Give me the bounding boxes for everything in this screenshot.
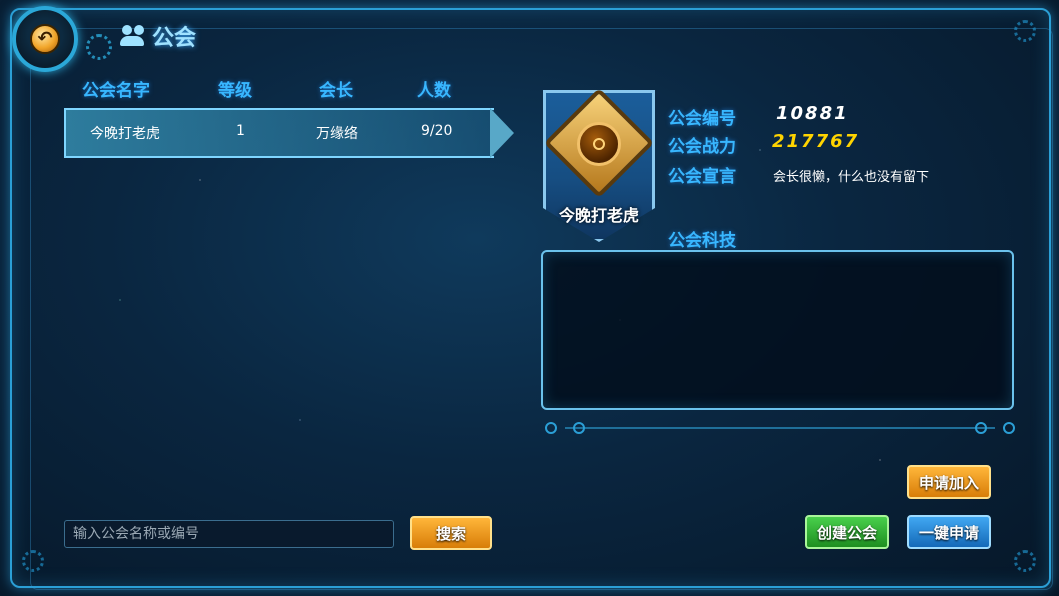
guild-declaration-label: 公会宣言	[668, 167, 736, 187]
guild-list-header: 公会名字 等级 会长 人数	[82, 76, 502, 101]
row-selected-arrow	[490, 108, 514, 158]
guild-id-value: 10881	[776, 103, 849, 124]
guild-list-row[interactable]: 今晚打老虎 1 万缘络 9/20	[64, 108, 494, 158]
guild-members-icon	[120, 25, 146, 47]
col-header-level: 等级	[218, 81, 252, 101]
col-header-leader: 会长	[319, 81, 353, 101]
corner-gear-icon	[22, 550, 44, 572]
search-button[interactable]: 搜索	[410, 516, 492, 550]
corner-gear-icon	[1014, 550, 1036, 572]
emblem-guild-name: 今晚打老虎	[558, 206, 639, 225]
page-title: 公会	[120, 20, 196, 52]
guild-row-leader: 万缘络	[316, 126, 358, 142]
tech-rail-decoration	[545, 422, 1015, 434]
quick-apply-button[interactable]: 一键申请	[907, 515, 991, 549]
col-header-name: 公会名字	[82, 81, 150, 101]
corner-gear-icon	[1014, 20, 1036, 42]
guild-row-level: 1	[236, 123, 245, 139]
guild-emblem: 今晚打老虎	[543, 87, 655, 242]
back-button[interactable]: ↶	[12, 6, 78, 72]
guild-id-label: 公会编号	[668, 109, 736, 129]
guild-power-value: 217767	[772, 131, 860, 152]
guild-declaration-value: 会长很懒，什么也没有留下	[773, 170, 930, 185]
guild-row-members: 9/20	[421, 123, 453, 139]
guild-tech-panel	[541, 250, 1014, 410]
gear-icon	[86, 34, 112, 60]
apply-join-button[interactable]: 申请加入	[907, 465, 991, 499]
guild-power-label: 公会战力	[668, 137, 736, 157]
guild-tech-label: 公会科技	[668, 231, 736, 251]
guild-search-input[interactable]	[64, 520, 394, 548]
col-header-members: 人数	[417, 81, 451, 101]
guild-row-name: 今晚打老虎	[90, 126, 160, 142]
create-guild-button[interactable]: 创建公会	[805, 515, 889, 549]
